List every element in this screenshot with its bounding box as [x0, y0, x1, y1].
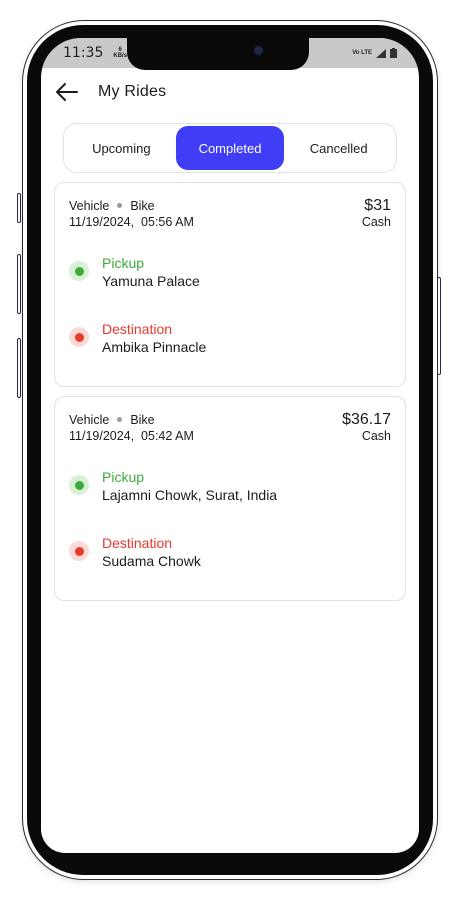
destination-label: Destination — [102, 321, 173, 337]
ride-price: $36.17 — [342, 411, 391, 428]
ride-price: $31 — [364, 197, 391, 214]
dot-separator — [117, 417, 123, 423]
destination-location: Destination Sudama Chowk — [69, 535, 201, 570]
destination-label: Destination — [102, 535, 173, 551]
payment-method: Cash — [361, 429, 391, 443]
ride-card[interactable]: Vehicle Bike 11/19/2024, 05:56 AM $31 Cas… — [54, 182, 406, 387]
status-icons: Vo LTE — [352, 48, 397, 58]
vehicle-type: Bike — [130, 413, 155, 427]
destination-dot-icon — [69, 541, 89, 561]
fare-block: $36.17 Cash — [342, 410, 391, 444]
back-arrow-icon[interactable] — [55, 82, 79, 102]
vehicle-label: Vehicle — [69, 413, 110, 427]
ride-meta: Vehicle Bike 11/19/2024, 05:42 AM — [69, 412, 194, 444]
vehicle-label: Vehicle — [69, 199, 110, 213]
ride-datetime: 11/19/2024, 05:56 AM — [69, 215, 194, 229]
ride-meta: Vehicle Bike 11/19/2024, 05:56 AM — [69, 198, 194, 230]
destination-dot-icon — [69, 327, 89, 347]
pickup-dot-icon — [69, 261, 89, 281]
vehicle-type: Bike — [130, 199, 155, 213]
tab-cancelled[interactable]: Cancelled — [284, 126, 393, 170]
dot-separator — [117, 203, 123, 209]
fare-block: $31 Cash — [362, 196, 391, 230]
page-title: My Rides — [98, 83, 167, 100]
battery-icon — [390, 48, 397, 58]
pickup-location: Pickup Yamuna Palace — [69, 255, 200, 290]
pickup-dot-icon — [69, 475, 89, 495]
pickup-address: Lajamni Chowk, Surat, India — [102, 487, 278, 503]
side-button-mute — [17, 193, 21, 223]
side-button-power — [437, 277, 441, 375]
destination-location: Destination Ambika Pinnacle — [69, 321, 206, 356]
signal-icon — [376, 48, 386, 58]
camera-icon — [254, 46, 263, 55]
side-button-volume-up — [17, 254, 21, 314]
tab-upcoming[interactable]: Upcoming — [67, 126, 176, 170]
app-screen: 11:35 6 KB/s Vo LTE My Rides Upcoming Co… — [41, 38, 419, 853]
destination-address: Ambika Pinnacle — [102, 339, 207, 355]
page-header: My Rides — [55, 82, 166, 102]
ride-datetime: 11/19/2024, 05:42 AM — [69, 429, 194, 443]
destination-address: Sudama Chowk — [102, 553, 201, 569]
status-time: 11:35 — [63, 45, 104, 61]
side-button-volume-down — [17, 338, 21, 398]
network-label: Vo LTE — [352, 50, 372, 56]
pickup-label: Pickup — [102, 255, 145, 271]
network-speed-unit: KB/s — [113, 53, 128, 59]
ride-status-tabs: Upcoming Completed Cancelled — [63, 123, 397, 173]
pickup-location: Pickup Lajamni Chowk, Surat, India — [69, 469, 277, 504]
notch — [127, 38, 309, 70]
network-speed: 6 KB/s — [113, 47, 127, 59]
payment-method: Cash — [361, 215, 391, 229]
ride-card[interactable]: Vehicle Bike 11/19/2024, 05:42 AM $36.17 … — [54, 396, 406, 601]
pickup-address: Yamuna Palace — [102, 273, 200, 289]
pickup-label: Pickup — [102, 469, 145, 485]
tab-completed[interactable]: Completed — [175, 126, 285, 170]
